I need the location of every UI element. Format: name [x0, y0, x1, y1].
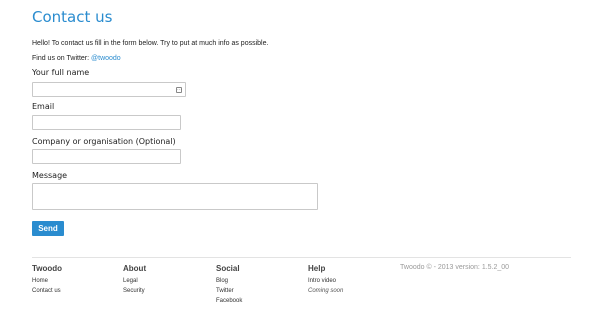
footer-heading: Help [308, 264, 326, 273]
footer-divider [32, 257, 571, 258]
company-label: Company or organisation (Optional) [32, 137, 176, 146]
footer-link-security[interactable]: Security [123, 286, 146, 296]
message-label: Message [32, 171, 68, 180]
company-input[interactable] [32, 149, 181, 164]
autofill-icon[interactable]: ⋯ [176, 87, 182, 93]
full-name-input[interactable]: ⋯ [32, 82, 186, 97]
email-label: Email [32, 102, 55, 111]
twitter-line: Find us on Twitter: @twoodo [32, 55, 121, 62]
email-input[interactable] [32, 115, 181, 130]
footer-link-legal[interactable]: Legal [123, 276, 146, 286]
copyright-text: Twoodo © - 2013 version: 1.5.2_00 [400, 264, 510, 271]
footer-link-blog[interactable]: Blog [216, 276, 242, 286]
message-textarea[interactable] [32, 183, 318, 210]
footer-link-twitter[interactable]: Twitter [216, 286, 242, 296]
footer-column-about: About Legal Security [123, 264, 146, 296]
send-button[interactable]: Send [32, 221, 64, 236]
footer-heading: Twoodo [32, 264, 63, 273]
footer-link-intro-video[interactable]: Intro video [308, 276, 343, 286]
footer-column-help: Help Intro video Coming soon [308, 264, 343, 296]
footer-heading: About [123, 264, 147, 273]
footer-link-contact[interactable]: Contact us [32, 286, 62, 296]
intro-text: Hello! To contact us fill in the form be… [32, 40, 269, 47]
footer-link-facebook[interactable]: Facebook [216, 296, 242, 306]
footer-column-twoodo: Twoodo Home Contact us [32, 264, 62, 296]
full-name-label: Your full name [32, 68, 90, 77]
twitter-prefix: Find us on Twitter: [32, 55, 92, 62]
twitter-handle-link[interactable]: @twoodo [91, 55, 121, 62]
footer-link-home[interactable]: Home [32, 276, 62, 286]
footer-heading: Social [216, 264, 240, 273]
footer-coming-soon: Coming soon [308, 288, 344, 294]
footer-column-social: Social Blog Twitter Facebook [216, 264, 242, 306]
page-title: Contact us [32, 8, 113, 26]
